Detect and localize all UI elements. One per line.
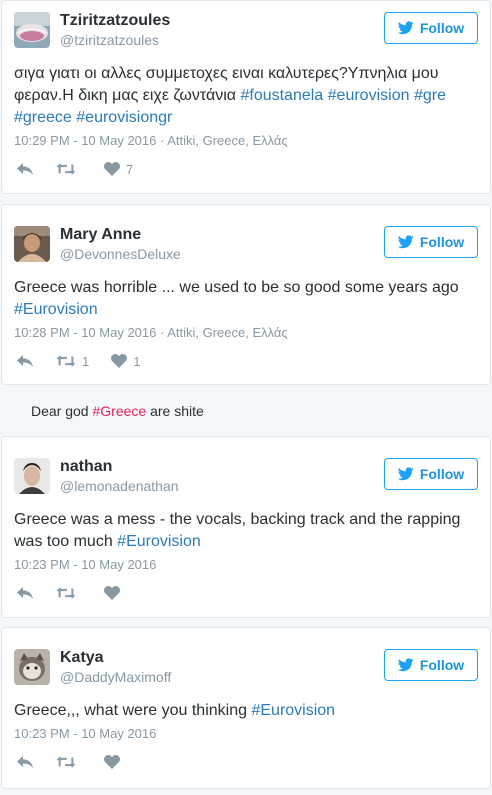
follow-label: Follow	[419, 234, 465, 250]
avatar[interactable]	[14, 649, 50, 685]
avatar[interactable]	[14, 12, 50, 48]
like-count: 1	[133, 353, 141, 369]
retweet-icon	[56, 755, 76, 769]
caption-pre: Dear god	[31, 403, 93, 419]
tweet-meta: 10:23 PM - 10 May 2016	[14, 726, 156, 741]
caption-text: Dear god #Greece are shite	[31, 403, 204, 419]
tweet-actions: 7	[16, 159, 155, 179]
hashtag-link[interactable]: #Eurovision	[14, 301, 98, 318]
location-link[interactable]: · Attiki, Greece, Ελλάς	[156, 325, 288, 340]
tweet-header: Katya @DaddyMaximoff Follow	[14, 649, 478, 689]
hashtag-link[interactable]: #foustanela	[240, 87, 323, 104]
caption-post: are shite	[146, 403, 204, 419]
reply-icon	[16, 354, 34, 368]
follow-button[interactable]: Follow	[384, 649, 478, 681]
tweet-header: Tziritzatzoules @tziritzatzoules Follow	[14, 12, 478, 52]
retweet-icon	[56, 354, 76, 368]
reply-icon	[16, 586, 34, 600]
twitter-bird-icon	[398, 658, 414, 672]
heart-icon	[111, 354, 127, 368]
timestamp-link[interactable]: 10:23 PM - 10 May 2016	[14, 557, 156, 572]
twitter-bird-icon	[398, 467, 414, 481]
location-link[interactable]: · Attiki, Greece, Ελλάς	[156, 133, 288, 148]
tweet-text: σιγα γιατι οι αλλες συμμετοχες ειναι καλ…	[14, 63, 476, 129]
follow-button[interactable]: Follow	[384, 226, 478, 258]
heart-icon	[104, 162, 120, 176]
avatar[interactable]	[14, 458, 50, 494]
hashtag-link[interactable]: #eurovisiongr	[76, 109, 172, 126]
twitter-bird-icon	[398, 235, 414, 249]
tweet-body: Greece was a mess - the vocals, backing …	[14, 511, 461, 550]
tweet-card: Mary Anne @DevonnesDeluxe Follow Greece …	[1, 204, 491, 385]
retweet-icon	[56, 162, 76, 176]
display-name[interactable]: nathan	[60, 458, 112, 476]
user-handle[interactable]: @tziritzatzoules	[60, 32, 159, 48]
retweet-icon	[56, 586, 76, 600]
avatar[interactable]	[14, 226, 50, 262]
tweet-meta: 10:23 PM - 10 May 2016	[14, 557, 156, 572]
display-name[interactable]: Katya	[60, 649, 104, 667]
hashtag-link[interactable]: #Eurovision	[251, 702, 335, 719]
timestamp-link[interactable]: 10:29 PM - 10 May 2016	[14, 133, 156, 148]
tweet-actions	[16, 583, 148, 603]
tweet-meta: 10:28 PM - 10 May 2016 · Attiki, Greece,…	[14, 325, 288, 340]
display-name[interactable]: Tziritzatzoules	[60, 12, 170, 30]
timestamp-link[interactable]: 10:28 PM - 10 May 2016	[14, 325, 156, 340]
user-handle[interactable]: @DaddyMaximoff	[60, 669, 171, 685]
reply-button[interactable]	[16, 354, 34, 368]
retweet-count: 1	[82, 353, 90, 369]
tweet-header: nathan @lemonadenathan Follow	[14, 458, 478, 498]
like-button[interactable]	[104, 586, 126, 600]
tweet-text: Greece,,, what were you thinking #Eurovi…	[14, 700, 476, 722]
tweet-body: Greece was horrible ... we used to be so…	[14, 279, 459, 296]
user-handle[interactable]: @lemonadenathan	[60, 478, 179, 494]
follow-button[interactable]: Follow	[384, 12, 478, 44]
tweet-text: Greece was horrible ... we used to be so…	[14, 277, 476, 321]
hashtag-link[interactable]: #Greece	[92, 403, 146, 419]
follow-label: Follow	[419, 466, 465, 482]
tweet-text: Greece was a mess - the vocals, backing …	[14, 509, 476, 553]
heart-icon	[104, 586, 120, 600]
tweet-actions	[16, 752, 148, 772]
tweet-actions: 1 1	[16, 351, 162, 371]
reply-icon	[16, 162, 34, 176]
heart-icon	[104, 755, 120, 769]
retweet-button[interactable]: 1	[56, 354, 89, 369]
reply-button[interactable]	[16, 755, 34, 769]
like-button[interactable]	[104, 755, 126, 769]
display-name[interactable]: Mary Anne	[60, 226, 141, 244]
hashtag-link[interactable]: #gre	[414, 87, 446, 104]
like-button[interactable]: 7	[104, 162, 133, 177]
tweet-header: Mary Anne @DevonnesDeluxe Follow	[14, 226, 478, 266]
tweet-card: Tziritzatzoules @tziritzatzoules Follow …	[1, 0, 491, 194]
follow-button[interactable]: Follow	[384, 458, 478, 490]
retweet-button[interactable]	[56, 162, 82, 176]
reply-button[interactable]	[16, 586, 34, 600]
timestamp-link[interactable]: 10:23 PM - 10 May 2016	[14, 726, 156, 741]
tweet-body: Greece,,, what were you thinking	[14, 702, 248, 719]
hashtag-link[interactable]: #eurovision	[328, 87, 410, 104]
retweet-button[interactable]	[56, 755, 82, 769]
tweet-meta: 10:29 PM - 10 May 2016 · Attiki, Greece,…	[14, 133, 288, 148]
follow-label: Follow	[419, 657, 465, 673]
follow-label: Follow	[419, 20, 465, 36]
hashtag-link[interactable]: #Eurovision	[117, 533, 201, 550]
tweet-card: Katya @DaddyMaximoff Follow Greece,,, wh…	[1, 627, 491, 789]
twitter-bird-icon	[398, 21, 414, 35]
reply-button[interactable]	[16, 162, 34, 176]
hashtag-link[interactable]: #greece	[14, 109, 72, 126]
like-button[interactable]: 1	[111, 354, 140, 369]
like-count: 7	[126, 161, 134, 177]
tweet-card: nathan @lemonadenathan Follow Greece was…	[1, 436, 491, 618]
retweet-button[interactable]	[56, 586, 82, 600]
user-handle[interactable]: @DevonnesDeluxe	[60, 246, 181, 262]
reply-icon	[16, 755, 34, 769]
